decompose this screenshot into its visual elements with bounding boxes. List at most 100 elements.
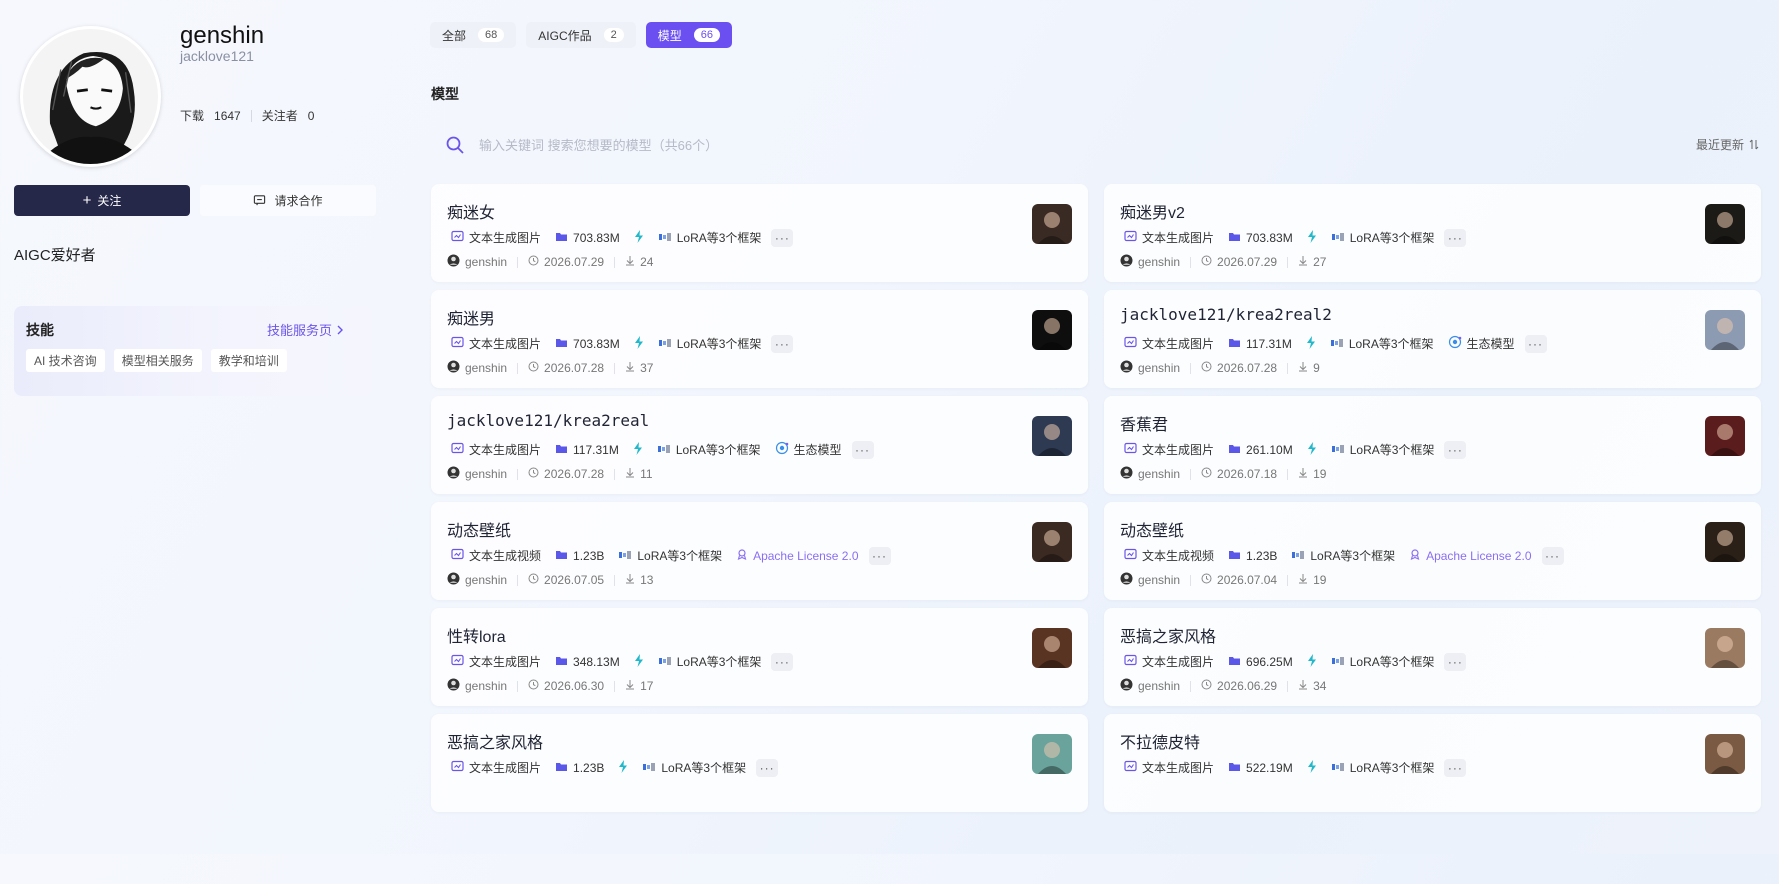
downloads-label: 9	[1313, 361, 1320, 375]
author[interactable]: genshin	[1120, 572, 1180, 588]
model-thumbnail[interactable]	[1032, 310, 1072, 350]
model-card[interactable]: 不拉德皮特 文本生成图片 522.19M LoRA等3个框架 ···	[1104, 714, 1761, 812]
model-card[interactable]: 动态壁纸 文本生成视频 1.23B LoRA等3个框架 Apache License …	[1104, 502, 1761, 600]
model-name[interactable]: 痴迷女	[447, 199, 495, 223]
model-thumbnail[interactable]	[1705, 310, 1745, 350]
more-icon[interactable]: ···	[1541, 546, 1564, 565]
follow-button[interactable]: + 关注	[14, 185, 190, 216]
model-name[interactable]: 恶搞之家风格	[447, 729, 543, 753]
more-icon[interactable]: ···	[868, 546, 891, 565]
meta-divider	[614, 362, 616, 374]
author[interactable]: genshin	[447, 678, 507, 694]
author[interactable]: genshin	[1120, 254, 1180, 270]
model-name[interactable]: 性转lora	[447, 623, 506, 647]
more-icon[interactable]: ···	[1444, 652, 1467, 671]
more-icon[interactable]: ···	[1444, 228, 1467, 247]
model-name[interactable]: jacklove121/krea2real2	[1120, 305, 1332, 324]
tab-count: 2	[603, 28, 624, 42]
framework-icon	[1331, 655, 1345, 669]
more-icon[interactable]: ···	[1444, 440, 1467, 459]
folder-icon	[1228, 231, 1241, 245]
more-icon[interactable]: ···	[771, 228, 794, 247]
tab-aigc[interactable]: AIGC作品 2	[526, 22, 636, 48]
model-thumbnail[interactable]	[1705, 416, 1745, 456]
download-icon	[1298, 679, 1308, 693]
author[interactable]: genshin	[1120, 678, 1180, 694]
author[interactable]: genshin	[447, 254, 507, 270]
more-icon[interactable]: ···	[851, 440, 874, 459]
model-name[interactable]: 动态壁纸	[1120, 517, 1184, 541]
model-card[interactable]: jacklove121/krea2real2 文本生成图片 117.31M LoRA…	[1104, 290, 1761, 388]
more-icon[interactable]: ···	[1524, 334, 1547, 353]
model-name[interactable]: 痴迷男	[447, 305, 495, 329]
framework-tag: LoRA等3个框架	[1327, 652, 1439, 671]
more-icon[interactable]: ···	[771, 652, 794, 671]
stats-divider	[250, 109, 252, 122]
speed-tag	[1302, 335, 1320, 353]
model-card[interactable]: 痴迷男v2 文本生成图片 703.83M LoRA等3个框架 ··· genshin …	[1104, 184, 1761, 282]
author[interactable]: genshin	[447, 466, 507, 482]
model-name[interactable]: jacklove121/krea2real	[447, 411, 649, 430]
model-card[interactable]: 香蕉君 文本生成图片 261.10M LoRA等3个框架 ··· genshin 20…	[1104, 396, 1761, 494]
model-name[interactable]: 不拉德皮特	[1120, 729, 1200, 753]
skill-tag: 教学和培训	[210, 349, 287, 372]
skills-service-link[interactable]: 技能服务页	[267, 320, 344, 339]
update-date: 2026.07.05	[528, 573, 604, 587]
folder-icon	[1228, 655, 1241, 669]
model-name[interactable]: 动态壁纸	[447, 517, 511, 541]
author-avatar-icon	[447, 466, 460, 482]
more-icon[interactable]: ···	[1444, 758, 1467, 777]
model-thumbnail[interactable]	[1032, 734, 1072, 774]
search-bar	[431, 128, 1761, 162]
tab-models[interactable]: 模型 66	[645, 22, 732, 48]
downloads-label: 27	[1313, 255, 1327, 269]
model-thumbnail[interactable]	[1705, 628, 1745, 668]
model-card[interactable]: 痴迷男 文本生成图片 703.83M LoRA等3个框架 ··· genshin 20…	[431, 290, 1088, 388]
author-avatar-icon	[447, 360, 460, 376]
meta-divider	[1287, 574, 1289, 586]
search-input[interactable]	[477, 136, 981, 154]
model-thumbnail[interactable]	[1705, 522, 1745, 562]
speed-tag	[630, 335, 648, 353]
tab-label: 模型	[657, 28, 682, 43]
user-stats: 下载 1647 关注者 0	[180, 107, 314, 124]
more-icon[interactable]: ···	[756, 758, 779, 777]
sort-dropdown[interactable]: 最近更新	[1696, 136, 1759, 153]
sort-label: 最近更新	[1695, 138, 1744, 152]
model-card[interactable]: 痴迷女 文本生成图片 703.83M LoRA等3个框架 ··· genshin 20…	[431, 184, 1088, 282]
author[interactable]: genshin	[447, 360, 507, 376]
task-type-label: 文本生成图片	[469, 443, 542, 457]
model-thumbnail[interactable]	[1032, 416, 1072, 456]
author[interactable]: genshin	[447, 572, 507, 588]
model-card[interactable]: 性转lora 文本生成图片 348.13M LoRA等3个框架 ··· genshin…	[431, 608, 1088, 706]
model-name[interactable]: 痴迷男v2	[1120, 199, 1185, 223]
model-thumbnail[interactable]	[1032, 522, 1072, 562]
bolt-icon	[633, 441, 643, 458]
model-name[interactable]: 恶搞之家风格	[1120, 623, 1216, 647]
thumbnail-image	[1705, 204, 1745, 244]
author[interactable]: genshin	[1120, 360, 1180, 376]
framework-icon	[1330, 337, 1344, 351]
more-icon[interactable]: ···	[771, 334, 794, 353]
model-card[interactable]: jacklove121/krea2real 文本生成图片 117.31M LoRA等…	[431, 396, 1088, 494]
image-gen-icon	[1124, 760, 1137, 775]
download-count: 19	[1298, 573, 1326, 587]
model-thumbnail[interactable]	[1032, 628, 1072, 668]
cooperate-button[interactable]: 请求合作	[200, 185, 376, 216]
user-avatar[interactable]	[20, 26, 161, 167]
model-thumbnail[interactable]	[1705, 204, 1745, 244]
tab-all[interactable]: 全部 68	[430, 22, 517, 48]
model-thumbnail[interactable]	[1032, 204, 1072, 244]
model-card[interactable]: 恶搞之家风格 文本生成图片 1.23B LoRA等3个框架 ···	[431, 714, 1088, 812]
folder-icon	[555, 761, 568, 775]
model-card[interactable]: 动态壁纸 文本生成视频 1.23B LoRA等3个框架 Apache License …	[431, 502, 1088, 600]
date-label: 2026.06.30	[544, 679, 605, 693]
model-name[interactable]: 香蕉君	[1120, 411, 1168, 435]
clock-icon	[1201, 467, 1212, 481]
download-icon	[1298, 467, 1308, 481]
skills-panel: 技能 技能服务页 AI 技术咨询 模型相关服务 教学和培训	[14, 306, 372, 396]
model-thumbnail[interactable]	[1705, 734, 1745, 774]
size-tag: 696.25M	[1224, 654, 1297, 670]
author[interactable]: genshin	[1120, 466, 1180, 482]
model-card[interactable]: 恶搞之家风格 文本生成图片 696.25M LoRA等3个框架 ··· genshin…	[1104, 608, 1761, 706]
